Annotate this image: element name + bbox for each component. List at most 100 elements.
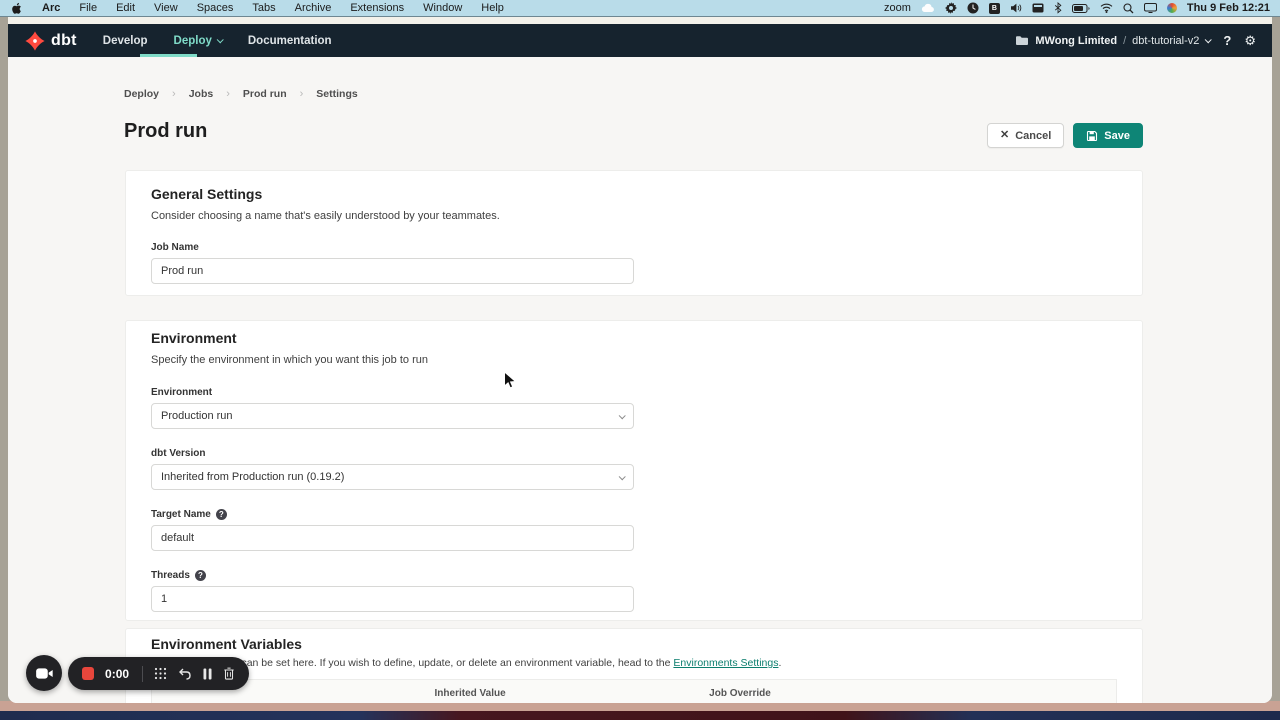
target-name-label: Target Name ? xyxy=(151,509,1117,520)
menubar-item-view[interactable]: View xyxy=(154,2,178,14)
menubar-item-window[interactable]: Window xyxy=(423,2,462,14)
breadcrumb-prod-run[interactable]: Prod run xyxy=(243,88,287,100)
menubar-zoom-label[interactable]: zoom xyxy=(884,2,911,14)
threads-label: Threads ? xyxy=(151,570,1117,581)
page-content: Deploy › Jobs › Prod run › Settings Prod… xyxy=(8,57,1272,703)
threads-input[interactable] xyxy=(151,586,634,612)
display-icon[interactable] xyxy=(1144,0,1157,17)
window-app-icon[interactable] xyxy=(1032,0,1044,17)
trash-icon xyxy=(223,667,235,680)
dbt-version-label: dbt Version xyxy=(151,448,1117,459)
macos-menubar: Arc File Edit View Spaces Tabs Archive E… xyxy=(0,0,1280,17)
environment-select[interactable]: Production run xyxy=(151,403,634,429)
breadcrumb-settings[interactable]: Settings xyxy=(316,88,357,100)
nav-develop[interactable]: Develop xyxy=(103,35,148,47)
dbt-logo-icon xyxy=(24,30,46,52)
environment-variables-description: Job level overrides can be set here. If … xyxy=(151,657,1117,669)
account-project-switcher[interactable]: MWong Limited / dbt-tutorial-v2 xyxy=(1015,35,1210,47)
environment-description: Specify the environment in which you wan… xyxy=(151,354,1117,366)
nav-deploy[interactable]: Deploy xyxy=(174,35,222,47)
camera-toggle-button[interactable] xyxy=(26,655,62,691)
grid-dots-icon xyxy=(154,667,167,680)
job-name-label: Job Name xyxy=(151,242,1117,253)
general-settings-card: General Settings Consider choosing a nam… xyxy=(125,170,1143,296)
help-icon[interactable]: ? xyxy=(1223,33,1231,48)
env-vars-table: Inherited Value Job Override xyxy=(151,679,1117,703)
b-app-icon[interactable]: B xyxy=(989,3,1000,14)
dbt-version-select[interactable]: Inherited from Production run (0.19.2) xyxy=(151,464,634,490)
menubar-clock[interactable]: Thu 9 Feb 12:21 xyxy=(1187,2,1270,14)
desktop-wallpaper-bottom xyxy=(0,711,1280,720)
grid-capture-button[interactable] xyxy=(154,667,167,680)
status-color-dot-icon[interactable] xyxy=(1167,3,1177,13)
stop-record-button[interactable] xyxy=(82,667,94,680)
environment-card: Environment Specify the environment in w… xyxy=(125,320,1143,621)
chevron-down-icon xyxy=(619,473,626,480)
breadcrumb-separator: › xyxy=(172,88,176,100)
job-name-input[interactable] xyxy=(151,258,634,284)
recording-time: 0:00 xyxy=(105,667,129,681)
folder-icon xyxy=(1015,35,1029,46)
environment-select-label: Environment xyxy=(151,387,1117,398)
account-name: MWong Limited xyxy=(1035,35,1117,47)
account-separator: / xyxy=(1123,35,1126,47)
dbt-logo[interactable]: dbt xyxy=(24,30,77,52)
environment-variables-card: Environment Variables Job level override… xyxy=(125,628,1143,703)
bluetooth-icon[interactable] xyxy=(1054,0,1062,17)
general-settings-heading: General Settings xyxy=(151,186,1117,202)
close-icon: ✕ xyxy=(1000,130,1009,141)
gear-icon[interactable] xyxy=(945,0,957,17)
browser-window: dbt Develop Deploy Documentation MWong L… xyxy=(8,17,1272,703)
menubar-item-help[interactable]: Help xyxy=(481,2,504,14)
settings-gear-icon[interactable]: ⚙ xyxy=(1244,33,1256,49)
undo-arrow-icon xyxy=(178,668,192,680)
help-circle-icon[interactable]: ? xyxy=(195,570,206,581)
menubar-item-extensions[interactable]: Extensions xyxy=(350,2,404,14)
breadcrumb-jobs[interactable]: Jobs xyxy=(189,88,214,100)
search-icon[interactable] xyxy=(1123,0,1134,17)
env-vars-table-header: Inherited Value Job Override xyxy=(152,680,1116,703)
pause-button[interactable] xyxy=(203,668,212,680)
apple-icon[interactable] xyxy=(12,0,23,17)
inherited-value-column-header: Inherited Value xyxy=(335,688,605,699)
help-circle-icon[interactable]: ? xyxy=(216,509,227,520)
wifi-icon[interactable] xyxy=(1100,0,1113,17)
save-button[interactable]: Save xyxy=(1073,123,1143,148)
pause-icon xyxy=(203,668,212,680)
breadcrumb: Deploy › Jobs › Prod run › Settings xyxy=(124,88,358,100)
window-top-strip xyxy=(8,17,1272,24)
dbt-navbar: dbt Develop Deploy Documentation MWong L… xyxy=(8,24,1272,57)
breadcrumb-separator: › xyxy=(226,88,230,100)
general-settings-description: Consider choosing a name that's easily u… xyxy=(151,210,1117,222)
chevron-down-icon xyxy=(619,412,626,419)
menubar-app-name[interactable]: Arc xyxy=(42,2,60,14)
target-name-input[interactable] xyxy=(151,525,634,551)
recording-toolbar: 0:00 xyxy=(68,657,249,690)
menubar-item-tabs[interactable]: Tabs xyxy=(252,2,275,14)
clock-icon[interactable] xyxy=(967,0,979,17)
chevron-down-icon xyxy=(217,36,224,43)
chevron-down-icon xyxy=(1205,36,1212,43)
toolbar-divider xyxy=(142,666,143,682)
cloud-icon[interactable] xyxy=(921,0,935,17)
menubar-item-edit[interactable]: Edit xyxy=(116,2,135,14)
volume-icon[interactable] xyxy=(1010,0,1022,17)
brand-name: dbt xyxy=(51,32,77,50)
menubar-item-file[interactable]: File xyxy=(79,2,97,14)
project-name: dbt-tutorial-v2 xyxy=(1132,35,1199,47)
breadcrumb-separator: › xyxy=(300,88,304,100)
video-camera-icon xyxy=(35,667,54,680)
nav-documentation[interactable]: Documentation xyxy=(248,35,332,47)
floppy-save-icon xyxy=(1086,130,1098,142)
discard-button[interactable] xyxy=(223,667,235,680)
breadcrumb-deploy[interactable]: Deploy xyxy=(124,88,159,100)
undo-button[interactable] xyxy=(178,668,192,680)
environment-variables-heading: Environment Variables xyxy=(151,636,1117,652)
environments-settings-link[interactable]: Environments Settings xyxy=(673,657,778,669)
cancel-button[interactable]: ✕ Cancel xyxy=(987,123,1064,148)
environment-heading: Environment xyxy=(151,330,1117,346)
menubar-item-archive[interactable]: Archive xyxy=(295,2,332,14)
menubar-item-spaces[interactable]: Spaces xyxy=(197,2,234,14)
page-title: Prod run xyxy=(124,120,207,143)
battery-icon[interactable] xyxy=(1072,0,1090,17)
